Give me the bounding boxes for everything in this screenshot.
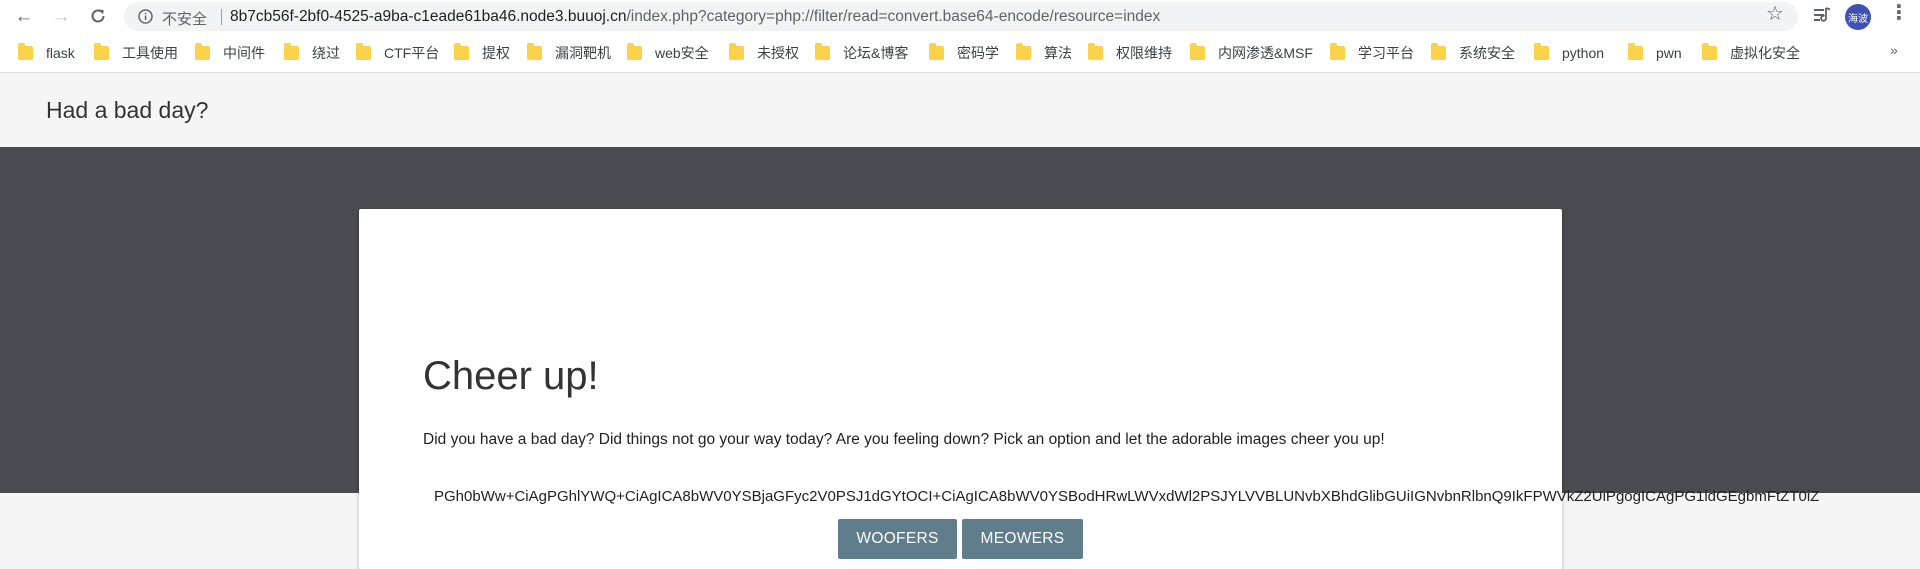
bookmark-folder[interactable]: 权限维持 [1088, 43, 1172, 62]
star-icon[interactable]: ☆ [1766, 4, 1784, 24]
folder-icon [929, 43, 944, 60]
woofers-button[interactable]: WOOFERS [838, 519, 957, 559]
browser-toolbar: ← → 不安全 8b7cb56f-2bf0-4525-a9ba-c1eade61… [0, 0, 1920, 33]
bookmark-folder[interactable]: 学习平台 [1330, 43, 1414, 62]
bookmark-label: CTF平台 [384, 45, 440, 61]
url-text[interactable]: 8b7cb56f-2bf0-4525-a9ba-c1eade61ba46.nod… [230, 8, 1160, 26]
url-path: /index.php?category=php://filter/read=co… [626, 8, 1161, 25]
security-label[interactable]: 不安全 [162, 8, 207, 29]
folder-icon [18, 43, 33, 60]
folder-icon [627, 43, 642, 60]
meowers-button[interactable]: MEOWERS [962, 519, 1083, 559]
folder-icon [1431, 43, 1446, 60]
bookmark-folder[interactable]: 绕过 [284, 43, 340, 62]
bookmark-label: 权限维持 [1116, 45, 1172, 61]
bookmark-folder[interactable]: flask [18, 43, 75, 62]
bookmark-label: flask [46, 45, 75, 61]
intro-text: Did you have a bad day? Did things not g… [423, 431, 1385, 448]
bookmark-label: 未授权 [757, 45, 799, 61]
folder-icon [1330, 43, 1345, 60]
folder-icon [454, 43, 469, 60]
site-title[interactable]: Had a bad day? [46, 97, 208, 124]
media-control-icon[interactable] [1812, 5, 1832, 29]
forward-arrow-icon[interactable]: → [49, 4, 73, 28]
bookmark-folder[interactable]: 算法 [1016, 43, 1072, 62]
folder-icon [1702, 43, 1717, 60]
bookmark-folder[interactable]: 密码学 [929, 43, 999, 62]
base64-output: PGh0bWw+CiAgPGhlYWQ+CiAgICA8bWV0YSBjaGFy… [434, 488, 1820, 505]
bookmark-label: 系统安全 [1459, 45, 1515, 61]
bookmark-label: 算法 [1044, 45, 1072, 61]
bookmark-folder[interactable]: 漏洞靶机 [527, 43, 611, 62]
bookmark-folder[interactable]: python [1534, 43, 1605, 62]
bookmark-label: 内网渗透&MSF [1218, 45, 1313, 61]
bookmark-label: 工具使用 [122, 45, 178, 61]
info-icon[interactable] [138, 9, 153, 24]
bookmark-label: 中间件 [223, 45, 265, 61]
url-host: 8b7cb56f-2bf0-4525-a9ba-c1eade61ba46.nod… [230, 8, 627, 25]
bookmarks-overflow-icon[interactable]: » [1890, 42, 1898, 58]
bookmark-label: pwn [1656, 45, 1682, 61]
content-card: Cheer up! Did you have a bad day? Did th… [359, 209, 1562, 569]
bookmark-label: 漏洞靶机 [555, 45, 611, 61]
bookmark-label: 学习平台 [1358, 45, 1414, 61]
folder-icon [815, 43, 830, 60]
page-heading: Cheer up! [423, 354, 599, 398]
bookmark-folder[interactable]: pwn [1628, 43, 1682, 62]
bookmark-label: 绕过 [312, 45, 340, 61]
folder-icon [1628, 43, 1643, 60]
bookmark-folder[interactable]: 内网渗透&MSF [1190, 43, 1313, 62]
folder-icon [94, 43, 109, 60]
folder-icon [1534, 43, 1549, 60]
address-divider [221, 9, 222, 25]
bookmark-folder[interactable]: web安全 [627, 43, 709, 62]
folder-icon [729, 43, 744, 60]
folder-icon [1190, 43, 1205, 60]
bookmarks-bar: flask 工具使用 中间件 绕过 CTF平台 提权 漏洞靶机 web安全 未授… [0, 33, 1920, 73]
back-arrow-icon[interactable]: ← [12, 4, 36, 28]
address-bar[interactable]: 不安全 8b7cb56f-2bf0-4525-a9ba-c1eade61ba46… [124, 2, 1798, 31]
bookmark-label: 虚拟化安全 [1730, 45, 1800, 61]
folder-icon [195, 43, 210, 60]
bookmark-folder[interactable]: 中间件 [195, 43, 265, 62]
bookmark-folder[interactable]: 提权 [454, 43, 510, 62]
bookmark-folder[interactable]: CTF平台 [356, 43, 440, 62]
bookmark-folder[interactable]: 虚拟化安全 [1702, 43, 1800, 62]
folder-icon [1088, 43, 1103, 60]
kebab-menu-icon[interactable]: ⋮ [1889, 3, 1909, 23]
folder-icon [1016, 43, 1031, 60]
folder-icon [527, 43, 542, 60]
bookmark-folder[interactable]: 未授权 [729, 43, 799, 62]
bookmark-folder[interactable]: 论坛&博客 [815, 43, 909, 62]
bookmark-label: python [1562, 45, 1605, 61]
profile-avatar[interactable]: 海波 [1845, 4, 1871, 30]
folder-icon [356, 43, 371, 60]
bookmark-folder[interactable]: 系统安全 [1431, 43, 1515, 62]
reload-icon[interactable] [86, 4, 110, 28]
bookmark-label: 提权 [482, 45, 510, 61]
bookmark-label: web安全 [655, 45, 709, 61]
folder-icon [284, 43, 299, 60]
site-header: Had a bad day? [0, 73, 1920, 147]
bookmark-folder[interactable]: 工具使用 [94, 43, 178, 62]
bookmark-label: 论坛&博客 [843, 45, 909, 61]
bookmark-label: 密码学 [957, 45, 999, 61]
